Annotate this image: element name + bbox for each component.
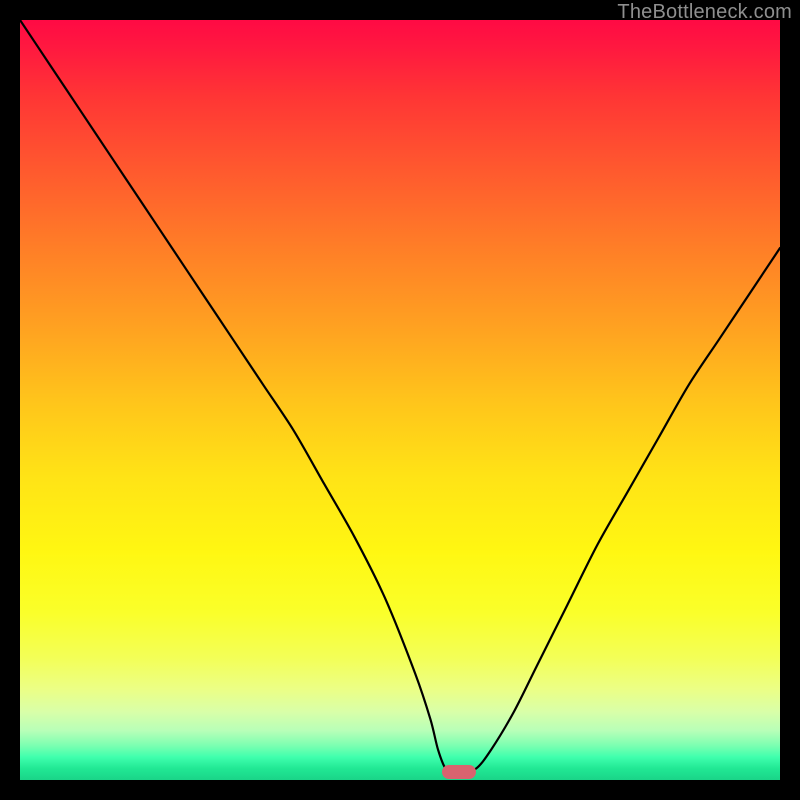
curve-svg [20,20,780,780]
plot-area [20,20,780,780]
bottleneck-curve [20,20,780,771]
optimum-marker [442,765,476,779]
chart-frame: TheBottleneck.com [0,0,800,800]
